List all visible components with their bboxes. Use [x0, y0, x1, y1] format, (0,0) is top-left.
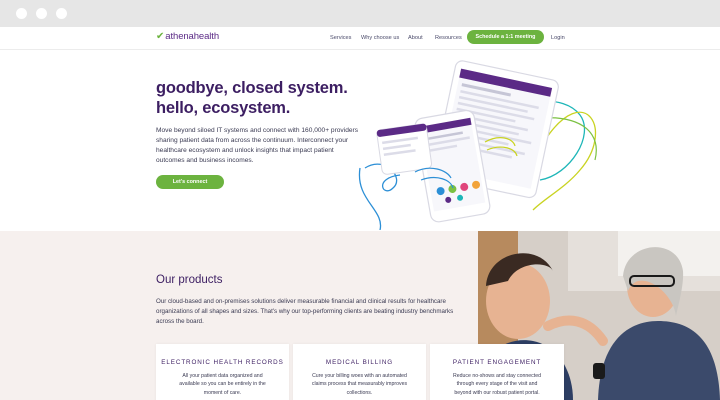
product-card-engagement[interactable]: PATIENT ENGAGEMENT Reduce no-shows and s…	[430, 344, 564, 400]
products-title: Our products	[156, 274, 223, 286]
product-card-ehr[interactable]: ELECTRONIC HEALTH RECORDS All your patie…	[156, 344, 289, 400]
nav-why-choose-us[interactable]: Why choose us	[361, 35, 399, 41]
schedule-meeting-button[interactable]: Schedule a 1:1 meeting	[467, 30, 544, 44]
card-title: MEDICAL BILLING	[325, 359, 394, 366]
card-text: All your patient data organized and avai…	[179, 373, 266, 396]
window-dot-icon[interactable]	[36, 8, 47, 19]
products-body: Our cloud-based and on-premises solution…	[156, 298, 454, 325]
hero-title: goodbye, closed system. hello, ecosystem…	[156, 78, 348, 118]
nav-services[interactable]: Services	[330, 35, 351, 41]
products-section: Our products Our cloud-based and on-prem…	[0, 231, 720, 400]
nav-resources[interactable]: Resources	[435, 35, 462, 41]
devices-illustration	[358, 60, 597, 230]
card-title: ELECTRONIC HEALTH RECORDS	[161, 359, 284, 366]
card-title: PATIENT ENGAGEMENT	[452, 359, 542, 366]
nav-about[interactable]: About	[408, 35, 423, 41]
hero-title-line1: goodbye, closed system.	[156, 79, 348, 97]
lets-connect-button[interactable]: Let's connect	[156, 175, 224, 189]
site-header: ✔ athenahealth Services Why choose us Ab…	[0, 27, 720, 50]
product-card-billing[interactable]: MEDICAL BILLING Cure your billing woes w…	[293, 344, 426, 400]
logo-text: athenahealth	[165, 31, 220, 42]
logo[interactable]: ✔ athenahealth	[156, 31, 219, 42]
hero-title-line2: hello, ecosystem.	[156, 99, 291, 117]
login-link[interactable]: Login	[551, 35, 565, 41]
window-dot-icon[interactable]	[16, 8, 27, 19]
card-text: Reduce no-shows and stay connected throu…	[453, 373, 541, 396]
athena-leaf-icon: ✔	[156, 31, 165, 42]
browser-chrome	[0, 0, 720, 27]
card-text: Cure your billing woes with an automated…	[311, 373, 408, 396]
window-dot-icon[interactable]	[56, 8, 67, 19]
hero-body: Move beyond siloed IT systems and connec…	[156, 127, 359, 165]
